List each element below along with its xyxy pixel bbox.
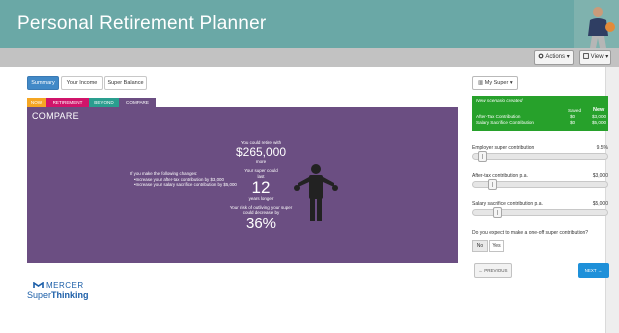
employer-contribution-label: Employer super contribution 9.5% xyxy=(472,145,608,151)
mercer-name: MERCER xyxy=(46,281,84,290)
last-years: 12 xyxy=(251,178,271,197)
caret-down-icon: ▾ xyxy=(566,54,570,60)
tab-your-income[interactable]: Your Income xyxy=(61,76,103,90)
tagline-part: Super xyxy=(27,290,52,300)
retire-amount: $265,000 xyxy=(235,144,287,159)
next-button[interactable]: NEXT → xyxy=(578,263,609,278)
actions-label: Actions xyxy=(545,54,566,60)
caret-down-icon: ▾ xyxy=(509,80,513,86)
toolbar: Actions ▾ View ▾ xyxy=(0,48,619,67)
risk-text: Your risk of outliving your super could … xyxy=(229,204,293,216)
arrow-left-icon: ← xyxy=(478,268,483,273)
next-label: NEXT xyxy=(584,268,597,273)
tab-super-balance[interactable]: Super Balance xyxy=(104,76,147,90)
scenario-row-new: $5,000 xyxy=(592,120,607,125)
arrow-right-icon: → xyxy=(597,268,603,273)
view-label: View xyxy=(590,54,604,60)
salary-sacrifice-slider[interactable] xyxy=(472,207,608,218)
employer-contribution-slider[interactable] xyxy=(472,151,608,162)
chart-icon: ▥ xyxy=(478,80,484,86)
risk-percent: 36% xyxy=(245,214,277,232)
subtab-compare[interactable]: COMPARE xyxy=(119,98,156,107)
gear-icon xyxy=(538,54,544,60)
actions-button[interactable]: Actions ▾ xyxy=(534,50,574,65)
employer-contribution-value: 9.5% xyxy=(596,145,608,151)
app-title: Personal Retirement Planner xyxy=(17,13,267,34)
person-icon xyxy=(292,163,340,223)
salary-sacrifice-value: $5,000 xyxy=(592,201,608,207)
slider-handle[interactable] xyxy=(493,207,502,218)
my-super-label: My Super xyxy=(484,80,509,86)
saved-column-header: Saved xyxy=(568,108,582,113)
scenario-row: Salary Sacrifice Contribution $0 $5,000 xyxy=(476,120,607,126)
super-thinking-tagline: SuperThinking xyxy=(27,290,89,300)
mercer-mark-icon xyxy=(33,282,44,288)
panel-title: COMPARE xyxy=(32,111,79,121)
subtab-now[interactable]: NOW xyxy=(27,98,46,107)
no-button[interactable]: No xyxy=(472,240,488,252)
slider-handle[interactable] xyxy=(478,151,487,162)
mercer-logo: MERCER SuperThinking xyxy=(27,281,107,303)
subtab-retirement[interactable]: RETIREMENT xyxy=(46,98,89,107)
app-header: Personal Retirement Planner xyxy=(0,0,619,48)
new-column-header: New xyxy=(593,107,605,113)
view-button[interactable]: View ▾ xyxy=(579,50,611,65)
after-tax-contribution-text: After-tax contribution p.a. xyxy=(472,173,528,179)
my-super-dropdown[interactable]: ▥ My Super ▾ xyxy=(472,76,518,90)
view-icon xyxy=(583,53,589,60)
previous-label: PREVIOUS xyxy=(484,268,508,273)
hero-image xyxy=(574,0,619,48)
slider-handle[interactable] xyxy=(488,179,497,190)
caret-down-icon: ▾ xyxy=(605,54,609,60)
after-tax-contribution-value: $3,000 xyxy=(592,173,608,179)
previous-button[interactable]: ← PREVIOUS xyxy=(474,263,512,278)
yes-button[interactable]: Yes xyxy=(489,240,504,252)
after-tax-contribution-slider[interactable] xyxy=(472,179,608,190)
tagline-part: Thinking xyxy=(51,290,89,300)
tab-summary[interactable]: Summary xyxy=(27,76,59,90)
one-off-contribution-question: Do you expect to make a one-off super co… xyxy=(472,230,589,236)
salary-sacrifice-text: Salary sacrifice contribution p.a. xyxy=(472,201,543,207)
compare-panel: COMPARE If you make the following change… xyxy=(27,107,458,263)
scenario-row-label: Salary Sacrifice Contribution xyxy=(476,120,534,125)
salary-sacrifice-label: Salary sacrifice contribution p.a. $5,00… xyxy=(472,201,608,207)
scenario-summary: New scenario created Saved New After-Tax… xyxy=(472,96,608,131)
results: You could retire with $265,000 more Your… xyxy=(223,140,299,232)
scenario-title: New scenario created xyxy=(476,99,523,104)
scenario-row-saved: $0 xyxy=(570,120,576,125)
subtab-beyond[interactable]: BEYOND xyxy=(89,98,119,107)
